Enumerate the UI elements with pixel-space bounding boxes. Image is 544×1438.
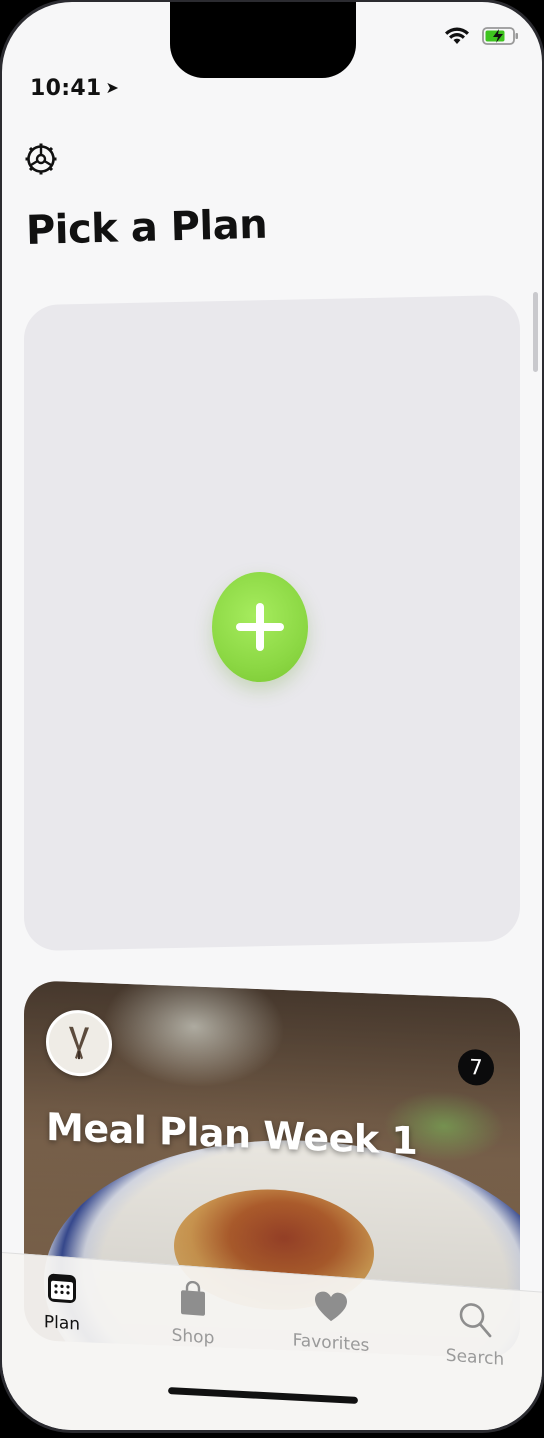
- page-title: Pick a Plan: [25, 201, 268, 254]
- tab-shop-label: Shop: [171, 1325, 215, 1349]
- tab-plan-label: Plan: [43, 1312, 81, 1335]
- status-time: 10:41 ➤: [30, 76, 119, 101]
- status-time-label: 10:41: [30, 76, 102, 101]
- tab-favorites-label: Favorites: [292, 1330, 370, 1356]
- location-arrow-icon: ➤: [105, 78, 120, 97]
- status-icons: [444, 26, 520, 46]
- heart-icon: [286, 1288, 376, 1331]
- device-notch: [170, 2, 356, 78]
- gear-icon[interactable]: [24, 142, 58, 176]
- shopping-bag-icon: [148, 1278, 238, 1325]
- add-plan-button[interactable]: [212, 572, 308, 682]
- phone-screen: 10:41 ➤ Pick a Plan 7 Meal Plan Week 1 P…: [2, 2, 542, 1430]
- scroll-indicator[interactable]: [533, 292, 538, 372]
- tab-search[interactable]: Search: [430, 1298, 520, 1371]
- recipe-count-badge: 7: [458, 1048, 494, 1087]
- magnifier-icon: [430, 1298, 520, 1345]
- wifi-icon: [444, 26, 470, 46]
- battery-charging-icon: [482, 26, 520, 46]
- tab-plan[interactable]: Plan: [17, 1268, 107, 1337]
- tab-favorites[interactable]: Favorites: [286, 1288, 376, 1357]
- tab-shop[interactable]: Shop: [148, 1278, 238, 1351]
- tab-search-label: Search: [445, 1345, 505, 1370]
- calendar-icon: [17, 1268, 107, 1311]
